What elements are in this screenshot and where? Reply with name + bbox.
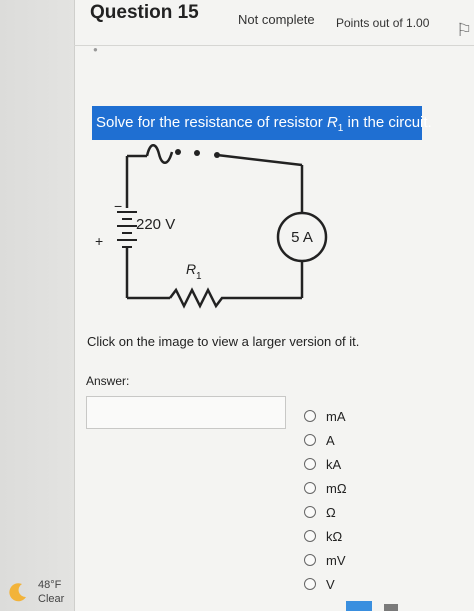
resistor-label: R bbox=[186, 261, 196, 277]
battery-plus-sign: + bbox=[95, 233, 103, 249]
radio-button[interactable] bbox=[304, 482, 316, 494]
prompt-text-after: in the circuit. bbox=[343, 114, 432, 131]
resistor-label-subscript: 1 bbox=[196, 271, 202, 282]
prompt-text-before: Solve for the resistance of resistor bbox=[96, 114, 327, 131]
radio-button[interactable] bbox=[304, 554, 316, 566]
answer-label: Answer: bbox=[86, 374, 130, 388]
ammeter-label: 5 A bbox=[291, 229, 313, 246]
radio-button[interactable] bbox=[304, 458, 316, 470]
unit-option-a[interactable]: A bbox=[304, 428, 347, 452]
question-title: Question 15 bbox=[90, 2, 199, 23]
radio-button[interactable] bbox=[304, 434, 316, 446]
unit-options: mA A kA mΩ Ω kΩ mV V bbox=[304, 404, 347, 596]
weather-widget[interactable]: 48°F Clear bbox=[8, 578, 64, 606]
moon-icon bbox=[9, 583, 27, 602]
image-hint: Click on the image to view a larger vers… bbox=[87, 334, 360, 349]
question-status: Not complete bbox=[238, 12, 315, 27]
voltage-label: 220 V bbox=[136, 216, 175, 233]
switch-contacts bbox=[175, 149, 220, 158]
unit-label: mΩ bbox=[326, 480, 347, 496]
flag-question-icon[interactable]: ⚐ bbox=[456, 20, 472, 41]
taskbar-app-icon[interactable] bbox=[346, 601, 372, 611]
side-panel bbox=[0, 0, 74, 611]
unit-label: mV bbox=[326, 552, 346, 568]
unit-option-mohm[interactable]: mΩ bbox=[304, 476, 347, 500]
circuit-diagram[interactable]: − + 220 V 5 A R 1 bbox=[92, 140, 342, 320]
weather-temp: 48°F bbox=[38, 579, 62, 591]
unit-option-ohm[interactable]: Ω bbox=[304, 500, 347, 524]
taskbar-app-icon[interactable] bbox=[384, 604, 398, 611]
question-points: Points out of 1.00 bbox=[336, 16, 430, 30]
unit-option-mv[interactable]: mV bbox=[304, 548, 347, 572]
decorative-dot: ● bbox=[93, 45, 98, 54]
battery-minus-sign: − bbox=[114, 198, 122, 214]
unit-option-v[interactable]: V bbox=[304, 572, 347, 596]
battery-symbol bbox=[117, 211, 137, 248]
question-prompt: Solve for the resistance of resistor R1 … bbox=[92, 106, 432, 140]
weather-condition: Clear bbox=[38, 593, 65, 605]
unit-option-ma[interactable]: mA bbox=[304, 404, 347, 428]
radio-button[interactable] bbox=[304, 530, 316, 542]
unit-label: Ω bbox=[326, 504, 336, 520]
prompt-variable: R bbox=[326, 114, 338, 131]
unit-label: kA bbox=[326, 456, 342, 472]
unit-label: A bbox=[326, 432, 335, 448]
radio-button[interactable] bbox=[304, 410, 316, 422]
radio-button[interactable] bbox=[304, 506, 316, 518]
radio-button[interactable] bbox=[304, 578, 316, 590]
unit-label: kΩ bbox=[326, 528, 343, 544]
unit-option-kohm[interactable]: kΩ bbox=[304, 524, 347, 548]
unit-option-ka[interactable]: kA bbox=[304, 452, 347, 476]
unit-label: V bbox=[326, 576, 335, 592]
question-header: Question 15 Not complete Points out of 1… bbox=[74, 0, 474, 46]
weather-text: 48°F Clear bbox=[38, 578, 64, 606]
unit-label: mA bbox=[326, 408, 346, 424]
answer-input[interactable] bbox=[86, 396, 286, 429]
